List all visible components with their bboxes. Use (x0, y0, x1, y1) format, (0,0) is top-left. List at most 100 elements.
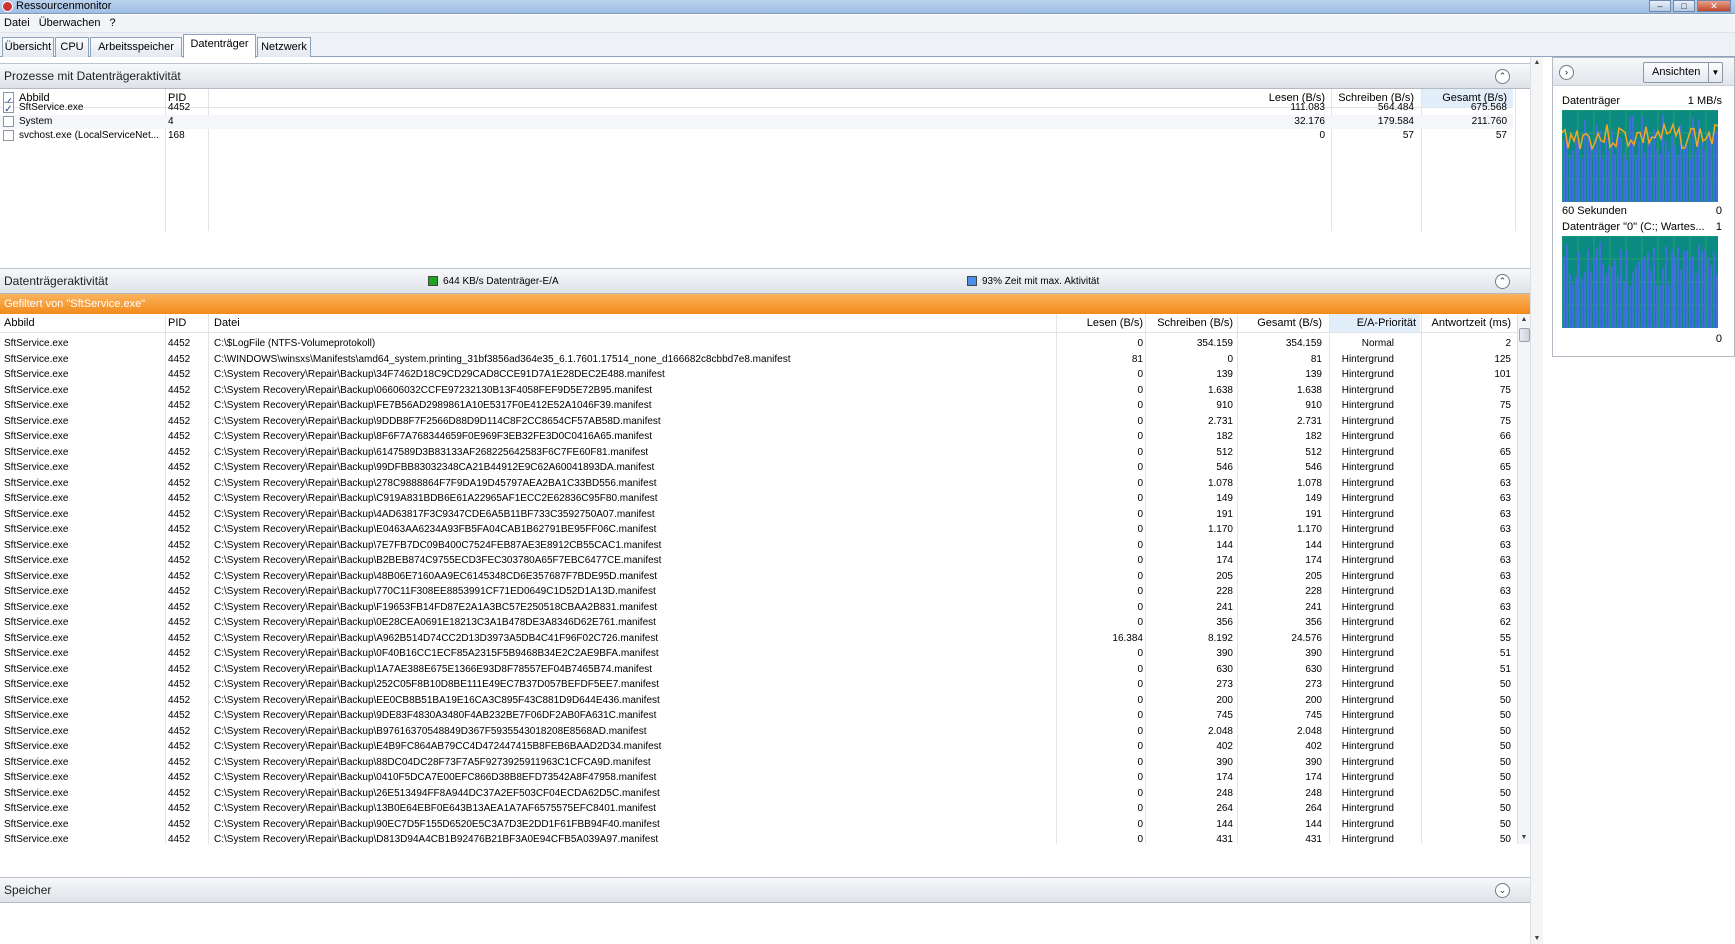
activity-row[interactable]: SftService.exe 4452 C:\System Recovery\Rep… (0, 508, 1517, 522)
collapse-up-icon[interactable]: ⌃ (1495, 274, 1510, 289)
row-read: 0 (1137, 477, 1143, 489)
activity-row[interactable]: SftService.exe 4452 C:\System Recovery\Rep… (0, 523, 1517, 537)
activity-bar (1662, 268, 1664, 328)
activity-row[interactable]: SftService.exe 4452 C:\System Recovery\Rep… (0, 725, 1517, 739)
row-file: C:\System Recovery\Repair\Backup\0F40B16… (214, 648, 659, 659)
activity-row[interactable]: SftService.exe 4452 C:\System Recovery\Rep… (0, 632, 1517, 646)
activity-scrollbar[interactable]: ▲ ▼ (1517, 314, 1530, 844)
activity-bar (1566, 244, 1568, 328)
scroll-down-icon[interactable]: ▼ (1531, 935, 1543, 942)
scroll-down-icon[interactable]: ▼ (1518, 832, 1530, 844)
col-read[interactable]: Lesen (B/s) (1060, 314, 1143, 332)
process-row[interactable]: System 4 32.176 179.584 211.760 (0, 115, 1513, 129)
activity-row[interactable]: SftService.exe 4452 C:\System Recovery\Rep… (0, 771, 1517, 785)
activity-bar (1644, 152, 1646, 202)
activity-bar (1671, 135, 1673, 202)
activity-row[interactable]: SftService.exe 4452 C:\System Recovery\Rep… (0, 461, 1517, 475)
tab-uebersicht[interactable]: Übersicht (2, 37, 54, 57)
scroll-up-icon[interactable]: ▲ (1531, 59, 1543, 66)
row-read: 0 (1137, 710, 1143, 721)
activity-row[interactable]: SftService.exe 4452 C:\System Recovery\Rep… (0, 678, 1517, 692)
activity-row[interactable]: SftService.exe 4452 C:\System Recovery\Rep… (0, 446, 1517, 460)
activity-bar (1602, 158, 1604, 202)
process-row[interactable]: svchost.exe (LocalServiceNet... 168 0 57 57 (0, 129, 1513, 143)
maximize-icon[interactable]: □ (1673, 0, 1695, 12)
col-write[interactable]: Schreiben (B/s) (1145, 314, 1233, 332)
tab-datentraeger[interactable]: Datenträger (183, 34, 256, 58)
activity-row[interactable]: SftService.exe 4452 C:\System Recovery\Rep… (0, 616, 1517, 630)
chevron-right-icon[interactable]: › (1559, 65, 1574, 80)
activity-row[interactable]: SftService.exe 4452 C:\System Recovery\Rep… (0, 740, 1517, 754)
tab-arbeitsspeicher[interactable]: Arbeitsspeicher (90, 37, 182, 57)
views-button[interactable]: Ansichten ▼ (1643, 62, 1723, 83)
process-row[interactable]: ✓ SftService.exe 4452 111.083 564.484 675.568 (0, 101, 1513, 115)
menu-ueberwachen[interactable]: Überwachen (35, 15, 106, 32)
menu-datei[interactable]: Datei (0, 15, 35, 32)
activity-row[interactable]: SftService.exe 4452 C:\System Recovery\Rep… (0, 802, 1517, 816)
col-total[interactable]: Gesamt (B/s) (1237, 314, 1322, 332)
col-pid[interactable]: PID (168, 314, 186, 332)
col-response[interactable]: Antwortzeit (ms) (1422, 314, 1511, 332)
memory-section-header[interactable]: Speicher ⌄ (0, 877, 1530, 903)
activity-row[interactable]: SftService.exe 4452 C:\System Recovery\Rep… (0, 430, 1517, 444)
col-file[interactable]: Datei (214, 314, 240, 332)
activity-row[interactable]: SftService.exe 4452 C:\System Recovery\Rep… (0, 368, 1517, 382)
activity-row[interactable]: SftService.exe 4452 C:\WINDOWS\winsxs\Mani… (0, 353, 1517, 367)
activity-bar (1590, 271, 1592, 328)
row-image: SftService.exe (4, 555, 69, 566)
row-response: 50 (1499, 694, 1511, 706)
processes-section-header[interactable]: Prozesse mit Datenträgeraktivität ⌃ (0, 63, 1530, 89)
main-scrollbar[interactable]: ▲ ▼ (1530, 57, 1543, 944)
activity-row[interactable]: SftService.exe 4452 C:\System Recovery\Rep… (0, 415, 1517, 429)
process-checkbox[interactable]: ✓ (3, 102, 14, 113)
graph1-title: Datenträger (1562, 95, 1621, 107)
row-total: 1.078 (1296, 477, 1322, 489)
activity-row[interactable]: SftService.exe 4452 C:\$LogFile (NTFS-Volu… (0, 337, 1517, 351)
collapse-up-icon[interactable]: ⌃ (1495, 69, 1510, 84)
col-priority[interactable]: E/A-Priorität (1329, 314, 1420, 332)
row-read: 81 (1131, 353, 1143, 365)
activity-bar (1626, 250, 1628, 328)
activity-row[interactable]: SftService.exe 4452 C:\System Recovery\Rep… (0, 709, 1517, 723)
tab-netzwerk[interactable]: Netzwerk (257, 37, 311, 57)
row-response: 75 (1499, 400, 1511, 411)
row-pid: 4452 (168, 462, 191, 473)
activity-row[interactable]: SftService.exe 4452 C:\System Recovery\Rep… (0, 492, 1517, 506)
activity-row[interactable]: SftService.exe 4452 C:\System Recovery\Rep… (0, 477, 1517, 491)
activity-row[interactable]: SftService.exe 4452 C:\System Recovery\Rep… (0, 384, 1517, 398)
minimize-icon[interactable]: – (1649, 0, 1671, 12)
activity-row[interactable]: SftService.exe 4452 C:\System Recovery\Rep… (0, 585, 1517, 599)
tab-cpu[interactable]: CPU (55, 37, 89, 57)
activity-table-header: Abbild PID Datei Lesen (B/s) Schreiben (… (0, 314, 1517, 333)
activity-row[interactable]: SftService.exe 4452 C:\System Recovery\Rep… (0, 570, 1517, 584)
menu-help[interactable]: ? (105, 15, 120, 32)
activity-bar (1644, 256, 1646, 328)
process-checkbox[interactable] (3, 116, 14, 127)
process-checkbox[interactable] (3, 130, 14, 141)
activity-row[interactable]: SftService.exe 4452 C:\System Recovery\Rep… (0, 601, 1517, 615)
row-priority: Hintergrund (1341, 570, 1394, 582)
row-total: 139 (1305, 369, 1322, 380)
row-pid: 4452 (168, 601, 191, 613)
activity-row[interactable]: SftService.exe 4452 C:\System Recovery\Rep… (0, 539, 1517, 553)
dropdown-arrow-icon[interactable]: ▼ (1708, 63, 1722, 82)
activity-row[interactable]: SftService.exe 4452 C:\System Recovery\Rep… (0, 787, 1517, 801)
scroll-thumb[interactable] (1519, 328, 1530, 342)
row-priority: Hintergrund (1341, 415, 1394, 427)
activity-row[interactable]: SftService.exe 4452 C:\System Recovery\Rep… (0, 554, 1517, 568)
activity-row[interactable]: SftService.exe 4452 C:\System Recovery\Rep… (0, 399, 1517, 413)
activity-section-header[interactable]: Datenträgeraktivität 644 KB/s Datenträge… (0, 268, 1530, 294)
activity-row[interactable]: SftService.exe 4452 C:\System Recovery\Rep… (0, 818, 1517, 832)
activity-row[interactable]: SftService.exe 4452 C:\System Recovery\Rep… (0, 756, 1517, 770)
activity-row[interactable]: SftService.exe 4452 C:\System Recovery\Rep… (0, 663, 1517, 677)
activity-row[interactable]: SftService.exe 4452 C:\System Recovery\Rep… (0, 647, 1517, 661)
activity-row[interactable]: SftService.exe 4452 C:\System Recovery\Rep… (0, 694, 1517, 708)
activity-bar (1590, 142, 1592, 202)
activity-row[interactable]: SftService.exe 4452 C:\System Recovery\Rep… (0, 833, 1517, 847)
col-image[interactable]: Abbild (4, 314, 35, 332)
scroll-up-icon[interactable]: ▲ (1518, 314, 1530, 326)
row-image: SftService.exe (4, 663, 69, 675)
expand-down-icon[interactable]: ⌄ (1495, 883, 1510, 898)
close-icon[interactable]: ✕ (1697, 0, 1731, 12)
activity-bar (1617, 135, 1619, 202)
